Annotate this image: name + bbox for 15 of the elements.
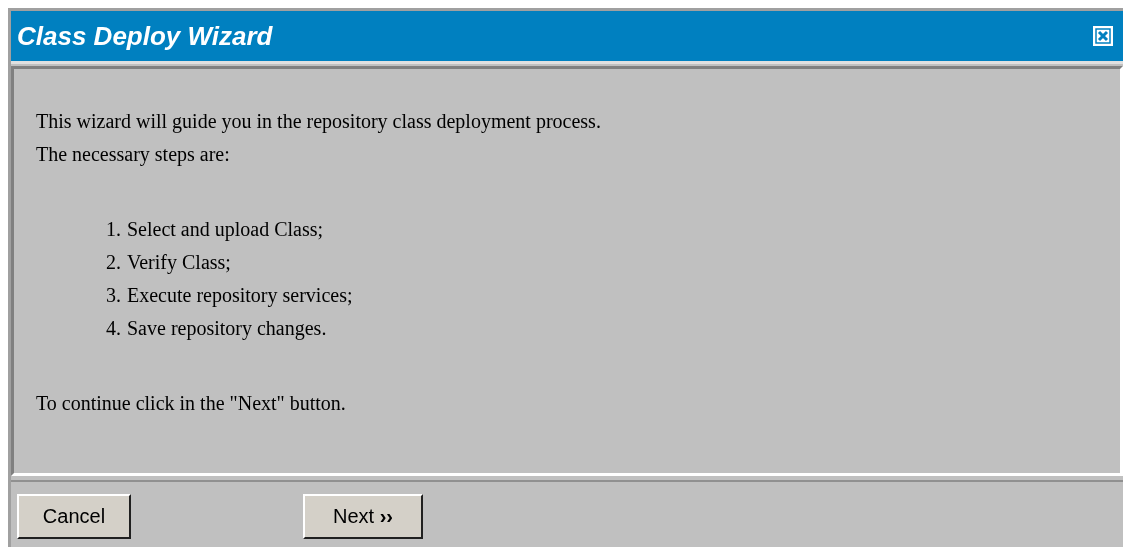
step-text: Save repository changes. bbox=[127, 316, 327, 342]
next-button[interactable]: Next ›› bbox=[303, 494, 423, 539]
instruction-text: To continue click in the "Next" button. bbox=[36, 391, 347, 416]
step-text: Verify Class; bbox=[127, 250, 231, 276]
intro-text: The necessary steps are: bbox=[36, 142, 231, 168]
intro-text: This wizard will guide you in the repository class deployment process. bbox=[36, 109, 602, 135]
step-text: Execute repository services; bbox=[127, 283, 353, 309]
step-number: 4. bbox=[106, 316, 121, 341]
cancel-button[interactable]: Cancel bbox=[17, 494, 131, 539]
close-icon[interactable] bbox=[1093, 26, 1113, 46]
window-title: Class Deploy Wizard bbox=[17, 20, 273, 52]
step-number: 2. bbox=[106, 250, 121, 275]
step-text: Select and upload Class; bbox=[127, 217, 324, 243]
step-number: 3. bbox=[106, 283, 121, 308]
step-number: 1. bbox=[106, 217, 121, 242]
